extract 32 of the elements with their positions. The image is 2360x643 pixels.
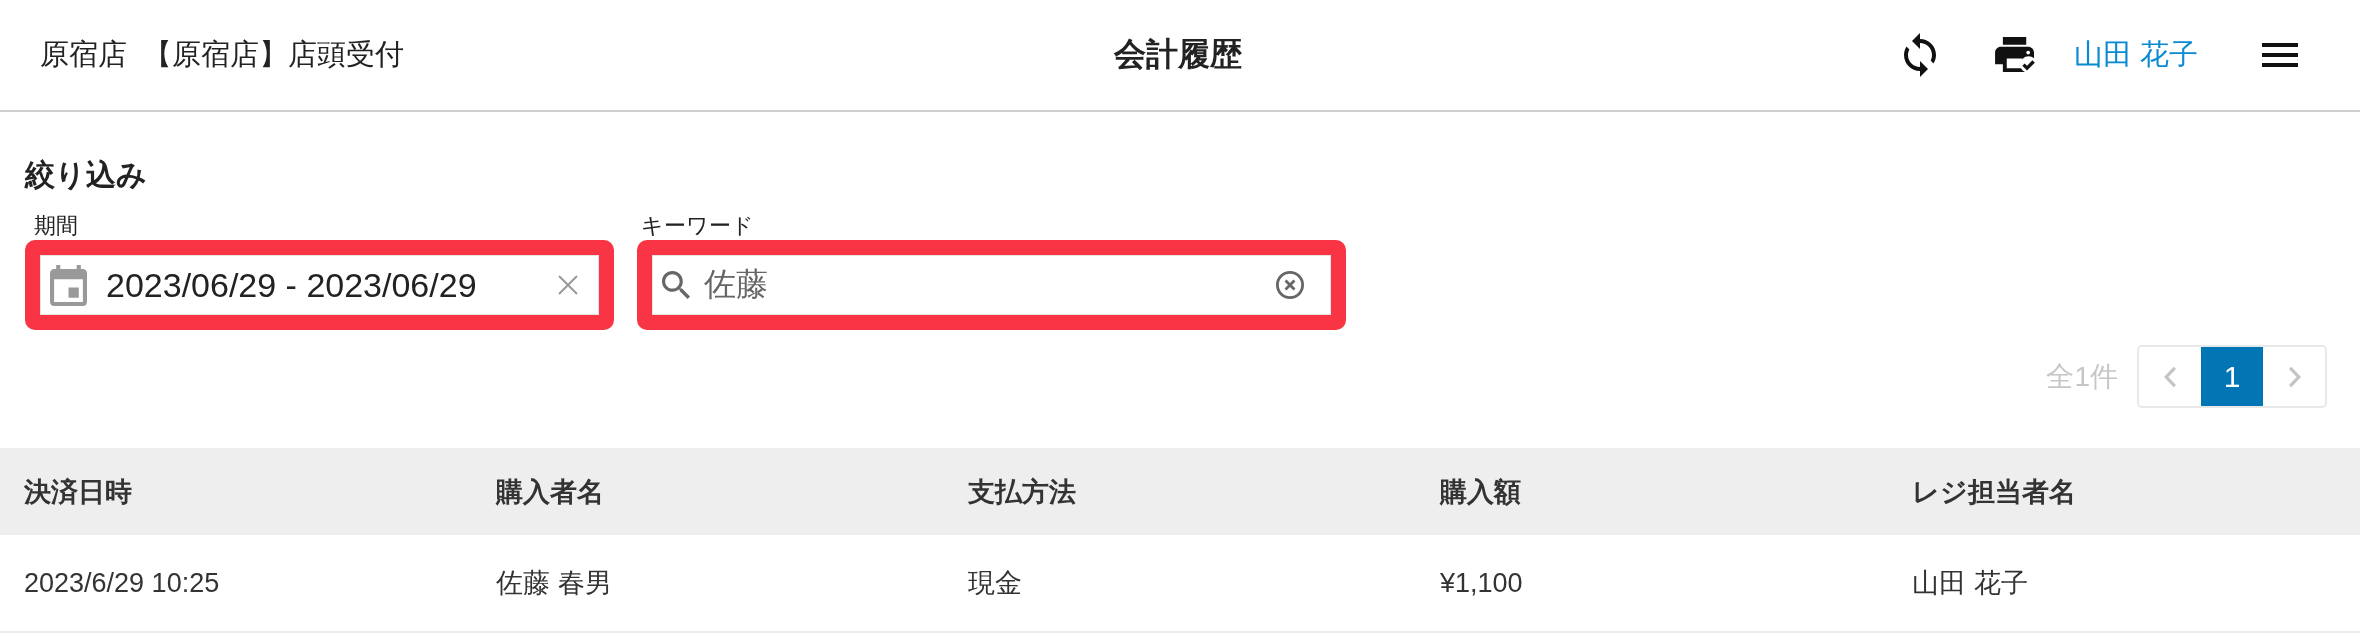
column-header: 決済日時 [24, 475, 132, 509]
page-button[interactable]: 1 [2201, 347, 2263, 406]
filter-heading: 絞り込み [25, 157, 148, 193]
calendar-icon [50, 264, 87, 306]
user-name-link[interactable]: 山田 花子 [2073, 35, 2198, 75]
date-range-input[interactable]: 2023/06/29 - 2023/06/29 [106, 265, 546, 305]
chevron-left-icon [2163, 365, 2177, 388]
keyword-field[interactable]: 佐藤 [652, 255, 1331, 315]
search-icon [662, 271, 690, 299]
store-name: 原宿店 [40, 37, 127, 72]
table-cell: 2023/6/29 10:25 [24, 567, 220, 599]
field-label: キーワード [641, 212, 754, 240]
chevron-right-icon [2287, 365, 2301, 388]
keyword-input[interactable]: 佐藤 [704, 266, 1264, 304]
printer-check-icon[interactable] [1994, 36, 2038, 74]
column-header: 購入者名 [496, 475, 604, 509]
column-header: 支払方法 [968, 475, 1076, 509]
column-header: 購入額 [1440, 475, 1521, 509]
table-cell: ¥1,100 [1440, 567, 1523, 599]
table-cell-text: 現金 [968, 567, 1022, 600]
table-cell-text: 佐藤 春男 [496, 567, 612, 600]
column-header: レジ担当者名 [1912, 475, 2076, 509]
field-label: 期間 [34, 212, 78, 240]
clear-circle-icon[interactable] [1276, 271, 1304, 299]
register-name: 【原宿店】店頭受付 [143, 37, 404, 72]
refresh-icon[interactable] [1903, 33, 1936, 77]
date-range-field[interactable]: 2023/06/29 - 2023/06/29 [40, 255, 599, 315]
close-icon[interactable] [558, 275, 578, 295]
menu-icon[interactable] [2262, 43, 2298, 67]
page-title: 会計履歴 [1114, 35, 1242, 74]
table-cell-text: 山田 花子 [1912, 567, 2028, 600]
total-count: 全1件 [2046, 359, 2118, 394]
